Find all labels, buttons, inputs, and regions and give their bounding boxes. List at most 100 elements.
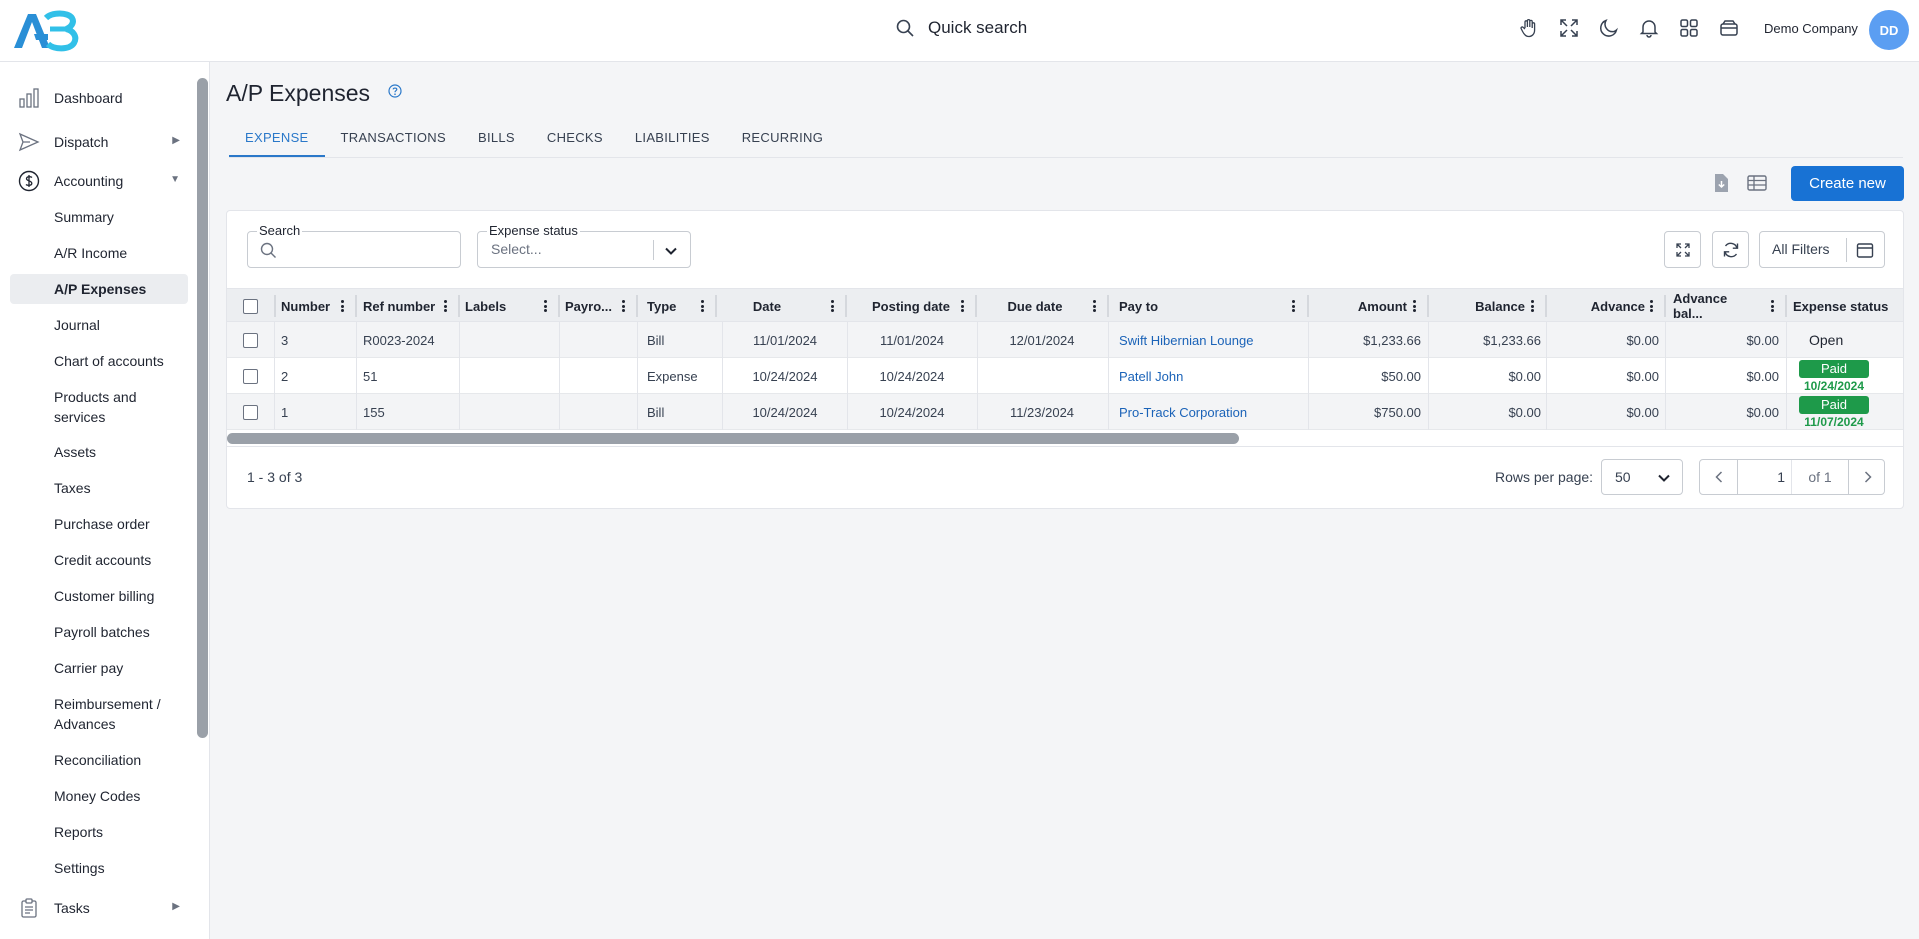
sidebar-item-purchase-order[interactable]: Purchase order	[10, 509, 188, 539]
help-icon[interactable]	[388, 84, 402, 98]
expand-view-button[interactable]	[1664, 231, 1701, 268]
sidebar-item-assets[interactable]: Assets	[10, 437, 188, 467]
sidebar-item-label: Carrier pay	[54, 660, 124, 676]
column-menu-icon[interactable]	[1767, 298, 1777, 314]
chevron-right-icon	[1864, 471, 1872, 483]
column-menu-icon[interactable]	[957, 298, 967, 314]
search-label: Search	[257, 223, 303, 238]
header-pay-to[interactable]: Pay to	[1113, 289, 1293, 323]
cell-number: 3	[281, 332, 289, 348]
sidebar-item-products-services[interactable]: Products and services	[10, 386, 188, 428]
status-placeholder: Select...	[491, 241, 542, 257]
row-checkbox[interactable]	[243, 404, 258, 420]
select-all-checkbox[interactable]	[243, 298, 258, 314]
sidebar-item-customer-billing[interactable]: Customer billing	[10, 581, 188, 611]
page-number-input[interactable]: 1	[1737, 460, 1792, 494]
column-menu-icon[interactable]	[1527, 298, 1537, 314]
header-expense-status[interactable]: Expense status	[1787, 289, 1903, 323]
apps-grid-icon[interactable]	[1678, 17, 1699, 38]
table-row[interactable]: 2 51 Expense 10/24/2024 10/24/2024 Patel…	[227, 358, 1903, 394]
column-menu-icon[interactable]	[540, 298, 550, 314]
sidebar-item-chart-of-accounts[interactable]: Chart of accounts	[10, 346, 188, 376]
row-checkbox[interactable]	[243, 332, 258, 348]
tab-recurring[interactable]: RECURRING	[726, 126, 839, 157]
app-logo[interactable]	[12, 10, 80, 52]
table-row[interactable]: 3 R0023-2024 Bill 11/01/2024 11/01/2024 …	[227, 322, 1903, 358]
company-name[interactable]: Demo Company	[1764, 21, 1858, 36]
column-menu-icon[interactable]	[1288, 298, 1298, 314]
sidebar-item-settings[interactable]: Settings	[10, 853, 188, 883]
column-menu-icon[interactable]	[1646, 298, 1656, 314]
header-ref-number[interactable]: Ref number	[357, 289, 449, 323]
wallet-icon[interactable]	[1718, 17, 1739, 38]
sidebar-item-dispatch[interactable]: Dispatch ▶	[10, 127, 188, 157]
column-menu-icon[interactable]	[440, 298, 450, 314]
rows-per-page-select[interactable]: 50	[1601, 459, 1683, 495]
sidebar-item-summary[interactable]: Summary	[10, 202, 188, 232]
sidebar-item-ar-income[interactable]: A/R Income	[10, 238, 188, 268]
sidebar-item-tasks[interactable]: Tasks ▶	[10, 893, 188, 923]
cell-due-date	[977, 358, 1107, 394]
column-menu-icon[interactable]	[618, 298, 628, 314]
tab-bills[interactable]: BILLS	[462, 126, 531, 157]
header-amount[interactable]: Amount	[1309, 289, 1413, 323]
sidebar-item-payroll-batches[interactable]: Payroll batches	[10, 617, 188, 647]
cell-labels	[459, 322, 557, 358]
header-advance[interactable]: Advance	[1547, 289, 1651, 323]
header-payroll[interactable]: Payro...	[559, 289, 619, 323]
column-menu-icon[interactable]	[1089, 298, 1099, 314]
column-menu-icon[interactable]	[827, 298, 837, 314]
sidebar-item-dashboard[interactable]: Dashboard	[10, 83, 188, 113]
cell-amount: $1,233.66	[1363, 332, 1421, 348]
column-menu-icon[interactable]	[1409, 298, 1419, 314]
sidebar-item-label: Chart of accounts	[54, 353, 164, 369]
column-menu-icon[interactable]	[697, 298, 707, 314]
cell-balance: $0.00	[1508, 368, 1541, 384]
cell-pay-to-link[interactable]: Pro-Track Corporation	[1113, 394, 1307, 430]
create-new-button[interactable]: Create new	[1791, 166, 1904, 201]
sidebar-item-reports[interactable]: Reports	[10, 817, 188, 847]
cell-advance-balance: $0.00	[1746, 404, 1779, 420]
sidebar-item-credit-accounts[interactable]: Credit accounts	[10, 545, 188, 575]
tab-transactions[interactable]: TRANSACTIONS	[325, 126, 462, 157]
refresh-button[interactable]	[1712, 231, 1749, 268]
table-row[interactable]: 1 155 Bill 10/24/2024 10/24/2024 11/23/2…	[227, 394, 1903, 430]
fullscreen-icon[interactable]	[1558, 17, 1579, 38]
header-advance-balance[interactable]: Advance bal...	[1667, 289, 1759, 323]
calendar-icon[interactable]	[1856, 241, 1874, 259]
sidebar-item-carrier-pay[interactable]: Carrier pay	[10, 653, 188, 683]
prev-page-button[interactable]	[1700, 460, 1737, 494]
header-due-date[interactable]: Due date	[977, 289, 1093, 323]
header-type[interactable]: Type	[641, 289, 701, 323]
notifications-icon[interactable]	[1638, 17, 1659, 38]
horizontal-scrollbar[interactable]	[227, 433, 1239, 444]
header-date[interactable]: Date	[723, 289, 811, 323]
export-file-icon[interactable]	[1710, 172, 1732, 194]
sidebar-item-ap-expenses[interactable]: A/P Expenses	[10, 274, 188, 304]
sidebar-item-reconciliation[interactable]: Reconciliation	[10, 745, 188, 775]
dark-mode-icon[interactable]	[1598, 17, 1619, 38]
sidebar-scrollbar[interactable]	[197, 78, 208, 738]
avatar[interactable]: DD	[1869, 10, 1909, 50]
row-checkbox[interactable]	[243, 368, 258, 384]
header-balance[interactable]: Balance	[1429, 289, 1531, 323]
cell-pay-to-link[interactable]: Patell John	[1113, 358, 1307, 394]
cell-ref-number: R0023-2024	[363, 332, 435, 348]
column-menu-icon[interactable]	[337, 298, 347, 314]
hand-icon[interactable]	[1518, 17, 1539, 38]
tab-liabilities[interactable]: LIABILITIES	[619, 126, 726, 157]
sidebar-item-money-codes[interactable]: Money Codes	[10, 781, 188, 811]
tab-expense[interactable]: EXPENSE	[229, 126, 325, 157]
quick-search[interactable]: Quick search	[896, 18, 1027, 38]
next-page-button[interactable]	[1849, 460, 1886, 494]
cell-advance: $0.00	[1626, 332, 1659, 348]
all-filters-button[interactable]: All Filters	[1759, 231, 1885, 268]
sidebar-item-accounting[interactable]: Accounting ▼	[10, 166, 188, 196]
table-view-icon[interactable]	[1746, 172, 1768, 194]
sidebar-item-journal[interactable]: Journal	[10, 310, 188, 340]
sidebar-item-taxes[interactable]: Taxes	[10, 473, 188, 503]
cell-pay-to-link[interactable]: Swift Hibernian Lounge	[1113, 322, 1307, 358]
sidebar-item-reimbursement-advances[interactable]: Reimbursement / Advances	[10, 693, 188, 735]
tab-checks[interactable]: CHECKS	[531, 126, 619, 157]
header-posting-date[interactable]: Posting date	[847, 289, 975, 323]
